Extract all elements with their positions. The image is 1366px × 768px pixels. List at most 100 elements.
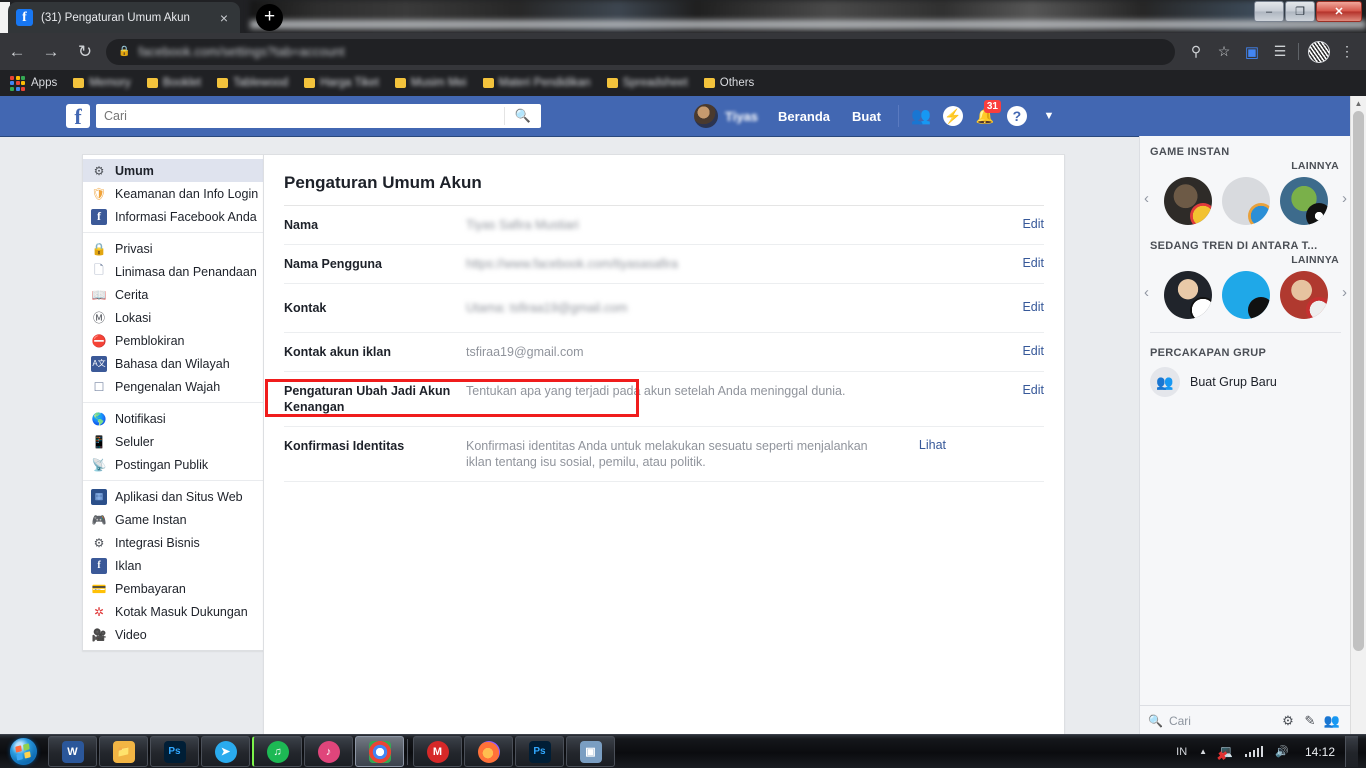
sidebar-item-keamanan[interactable]: 🛡 Keamanan dan Info Login <box>83 182 264 205</box>
sidebar-item-pembayaran[interactable]: 💳 Pembayaran <box>83 577 264 600</box>
taskbar-photoshop[interactable]: Ps <box>150 736 199 767</box>
trending-more-link[interactable]: LAINNYA <box>1140 254 1351 266</box>
taskbar-file-explorer[interactable]: 📁 <box>99 736 148 767</box>
minimize-button[interactable]: – <box>1254 1 1284 22</box>
sidebar-item-aplikasi[interactable]: ▦ Aplikasi dan Situs Web <box>83 485 264 508</box>
edit-button[interactable]: Edit <box>994 256 1044 272</box>
chevron-right-icon[interactable]: › <box>1342 284 1347 301</box>
scroll-up-arrow[interactable]: ▲ <box>1351 96 1366 111</box>
group-chat-icon[interactable]: 👥 <box>1321 713 1343 729</box>
bookmark-item[interactable]: Others <box>703 77 754 89</box>
bookmark-item[interactable]: Spreadsheet <box>606 77 688 89</box>
scrollbar-thumb[interactable] <box>1353 111 1364 651</box>
avatar[interactable] <box>1279 271 1328 319</box>
address-bar[interactable]: 🔒 facebook.com/settings?tab=account <box>106 38 1175 65</box>
kebab-menu-icon[interactable]: ⋮ <box>1334 39 1360 65</box>
maximize-button[interactable]: ❐ <box>1285 1 1315 22</box>
reading-list-icon[interactable]: ☰ <box>1267 39 1293 65</box>
sidebar-item-bahasa[interactable]: A文 Bahasa dan Wilayah <box>83 352 264 375</box>
start-button[interactable] <box>0 736 46 767</box>
taskbar-telegram[interactable]: ➤ <box>201 736 250 767</box>
sidebar-item-cerita[interactable]: 📖 Cerita <box>83 283 264 306</box>
avatar[interactable] <box>1221 271 1270 319</box>
friend-requests-icon[interactable]: 👥 <box>905 102 937 130</box>
sidebar-item-postingan-publik[interactable]: 📡 Postingan Publik <box>83 453 264 476</box>
reload-icon[interactable]: ↻ <box>68 35 102 69</box>
taskbar-scanner[interactable]: ▣ <box>566 736 615 767</box>
messenger-icon[interactable]: ⚡ <box>937 102 969 130</box>
bookmark-item[interactable]: Musim Mei <box>394 77 467 89</box>
show-desktop-button[interactable] <box>1345 736 1358 767</box>
signal-bars-icon[interactable] <box>1239 746 1270 757</box>
sidebar-item-seluler[interactable]: 📱 Seluler <box>83 430 264 453</box>
back-icon[interactable]: ← <box>0 35 34 69</box>
sidebar-item-informasi[interactable]: f Informasi Facebook Anda <box>83 205 264 228</box>
translate-extension-icon[interactable]: ▣ <box>1239 39 1265 65</box>
network-disconnected-icon[interactable]: 💻 ✖ <box>1213 745 1239 763</box>
new-tab-button[interactable]: + <box>256 4 283 31</box>
taskbar-media[interactable]: M <box>413 736 462 767</box>
chat-search-input[interactable]: Cari <box>1169 714 1277 728</box>
edit-button[interactable]: Edit <box>994 383 1044 415</box>
sidebar-item-lokasi[interactable]: Ⓜ Lokasi <box>83 306 264 329</box>
sidebar-item-game-instan[interactable]: 🎮 Game Instan <box>83 508 264 531</box>
bookmark-item[interactable]: Memory <box>73 77 131 89</box>
profile-avatar[interactable] <box>1306 39 1332 65</box>
apps-shortcut[interactable]: Apps <box>10 75 57 91</box>
search-icon[interactable]: 🔍 <box>504 107 541 125</box>
nav-beranda[interactable]: Beranda <box>767 109 841 124</box>
close-window-button[interactable]: ✕ <box>1316 1 1362 22</box>
help-icon[interactable]: ? <box>1001 102 1033 130</box>
sidebar-item-privasi[interactable]: 🔒 Privasi <box>83 237 264 260</box>
bookmark-item[interactable]: Materi Pendidikan <box>482 77 591 89</box>
browser-tab-active[interactable]: f (31) Pengaturan Umum Akun × <box>8 2 240 33</box>
sidebar-item-notifikasi[interactable]: 🌎 Notifikasi <box>83 407 264 430</box>
avatar[interactable] <box>1221 177 1270 225</box>
nav-buat[interactable]: Buat <box>841 109 892 124</box>
taskbar-music-player[interactable]: ♪ <box>304 736 353 767</box>
compose-icon[interactable]: ✎ <box>1299 713 1321 729</box>
notifications-icon[interactable]: 🔔 31 <box>969 100 1001 130</box>
volume-icon[interactable]: 🔊 <box>1269 745 1295 758</box>
create-group-item[interactable]: 👥 Buat Grup Baru <box>1140 361 1351 403</box>
page-scrollbar[interactable]: ▲ <box>1350 96 1366 735</box>
chevron-right-icon[interactable]: › <box>1342 190 1347 207</box>
chevron-left-icon[interactable]: ‹ <box>1144 190 1149 207</box>
bookmark-item[interactable]: Booklet <box>146 77 201 89</box>
lihat-button[interactable]: Lihat <box>896 438 946 470</box>
sidebar-item-video[interactable]: 🎥 Video <box>83 623 264 646</box>
taskbar-word[interactable]: W <box>48 736 97 767</box>
sidebar-item-pengenalan-wajah[interactable]: ☐ Pengenalan Wajah <box>83 375 264 398</box>
sidebar-item-kotak-masuk-dukungan[interactable]: ✲ Kotak Masuk Dukungan <box>83 600 264 623</box>
bookmark-item[interactable]: Harga Tiket <box>304 77 379 89</box>
sidebar-item-umum[interactable]: ⚙ Umum <box>83 159 264 182</box>
sidebar-item-integrasi-bisnis[interactable]: ⚙ Integrasi Bisnis <box>83 531 264 554</box>
edit-button[interactable]: Edit <box>994 300 1044 316</box>
facebook-logo-icon[interactable]: f <box>66 104 90 129</box>
chevron-left-icon[interactable]: ‹ <box>1144 284 1149 301</box>
clock[interactable]: 14:12 <box>1295 745 1345 759</box>
search-input[interactable] <box>96 104 504 128</box>
gear-icon[interactable]: ⚙ <box>1277 713 1299 729</box>
key-icon[interactable]: ⚲ <box>1183 39 1209 65</box>
avatar[interactable] <box>1163 271 1212 319</box>
bookmark-item[interactable]: Tablewood <box>217 77 288 89</box>
edit-button[interactable]: Edit <box>994 217 1044 233</box>
language-indicator[interactable]: IN <box>1170 746 1193 758</box>
sidebar-item-linimasa[interactable]: 🗋 Linimasa dan Penandaan <box>83 260 264 283</box>
taskbar-photoshop-2[interactable]: Ps <box>515 736 564 767</box>
edit-button[interactable]: Edit <box>994 344 1044 360</box>
forward-icon[interactable]: → <box>34 35 68 69</box>
show-hidden-icons[interactable]: ▲ <box>1193 747 1213 756</box>
facebook-search[interactable]: 🔍 <box>96 104 541 128</box>
sidebar-item-iklan[interactable]: f Iklan <box>83 554 264 577</box>
taskbar-spotify[interactable]: ♫ <box>252 736 302 767</box>
account-menu-icon[interactable]: ▼ <box>1033 102 1065 130</box>
close-icon[interactable]: × <box>216 10 232 26</box>
profile-shortcut[interactable]: Tiyas <box>690 104 767 128</box>
star-icon[interactable]: ☆ <box>1211 39 1237 65</box>
taskbar-chrome[interactable] <box>355 736 404 767</box>
avatar[interactable] <box>1163 177 1212 225</box>
game-instan-more-link[interactable]: LAINNYA <box>1140 160 1351 172</box>
taskbar-firefox[interactable] <box>464 736 513 767</box>
